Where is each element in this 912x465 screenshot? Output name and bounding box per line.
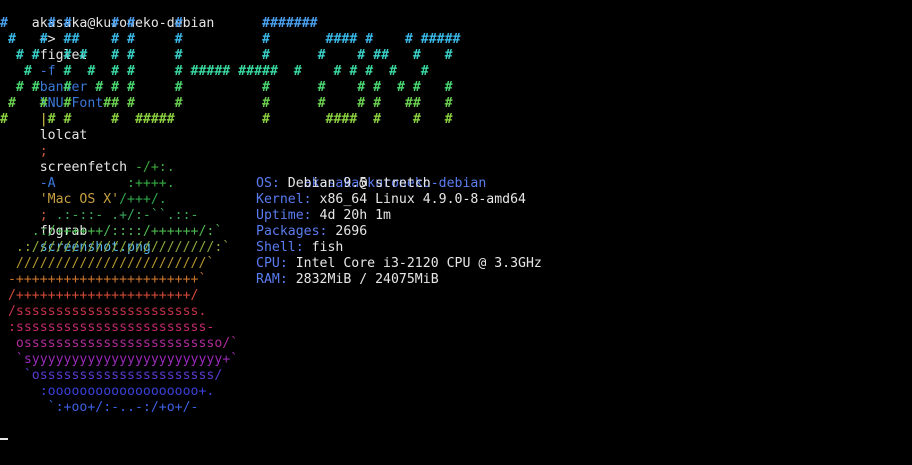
info-value: fish (311, 240, 344, 255)
logo-line: .:///////////////////////:` (0, 240, 231, 255)
info-value: Intel Core i3-2120 CPU @ 3.3GHz (295, 256, 542, 271)
info-row: RAM: 2832MiB / 24075MiB (256, 272, 439, 288)
info-row: Shell: fish (256, 240, 343, 256)
info-value: x86_64 Linux 4.9.0-8-amd64 (319, 192, 526, 207)
info-row: Uptime: 4d 20h 1m (256, 208, 391, 224)
logo-line: -/+:. (0, 160, 175, 175)
banner-line: # # # # # # ####### (0, 16, 318, 31)
info-row: Packages: 2696 (256, 224, 367, 240)
logo-line: :++++. (0, 176, 175, 191)
separator-1: ; (39, 144, 48, 159)
logo-line: /++++++++++++++++++++++/ (0, 288, 199, 303)
banner-line: # # # ## # # # # # # ## # (0, 96, 453, 111)
info-key: Uptime: (256, 208, 312, 223)
logo-line: `:+oo+/:-..-:/+o+/- (0, 400, 199, 415)
info-key: Kernel: (256, 192, 312, 207)
info-row: Kernel: x86_64 Linux 4.9.0-8-amd64 (256, 192, 526, 208)
banner-line: # # ## # # # # #### # # ##### (0, 32, 461, 47)
info-key: Shell: (256, 240, 304, 255)
banner-line: # # # # ##### # #### # # # (0, 112, 453, 127)
banner-line: # # # # # # # # # # # # # # (0, 80, 453, 95)
cmd-lolcat: lolcat (39, 128, 88, 143)
info-value: 2832MiB / 24075MiB (295, 272, 439, 287)
banner-line: # # # # # # # # # # ## # # (0, 48, 453, 63)
underline-cursor-icon (0, 438, 8, 440)
info-key: OS: (256, 176, 280, 191)
logo-line: :ssssssssssssssssssssssss- (0, 320, 215, 335)
info-value: Debian 9.5 stretch (287, 176, 431, 191)
info-row: OS: Debian 9.5 stretch (256, 176, 431, 192)
logo-line: .:-::- .+/:-``.::- (0, 208, 199, 223)
logo-line: /sssssssssssssssssssssss. (0, 304, 207, 319)
command-line: akasaka@kuroneko-debian ~> figlet -f ban… (0, 0, 215, 255)
logo-line: ////////////////////////` (0, 256, 215, 271)
info-key: Packages: (256, 224, 328, 239)
info-value: 2696 (335, 224, 368, 239)
logo-line: :ooooooooooooooooooo+. (0, 384, 215, 399)
logo-line: `syyyyyyyyyyyyyyyyyyyyyyyy+` (0, 352, 239, 367)
info-user-host: akasaka@kuroneko-debian (256, 160, 487, 191)
info-value: 4d 20h 1m (319, 208, 391, 223)
banner-line: # # # # # # ##### ##### # # # # # # (0, 64, 429, 79)
logo-line: .:/++++++/::::/++++++/:` (0, 224, 223, 239)
logo-line: osssssssssssssssssssssssso/` (0, 336, 239, 351)
terminal-window[interactable]: akasaka@kuroneko-debian ~> figlet -f ban… (0, 0, 912, 465)
info-key: RAM: (256, 272, 288, 287)
logo-line: -+++++++++++++++++++++++` (0, 272, 207, 287)
info-row: CPU: Intel Core i3-2120 CPU @ 3.3GHz (256, 256, 542, 272)
info-key: CPU: (256, 256, 288, 271)
logo-line: `ossssssssssssssssssssss/ (0, 368, 223, 383)
logo-line: /+++/. (0, 192, 167, 207)
